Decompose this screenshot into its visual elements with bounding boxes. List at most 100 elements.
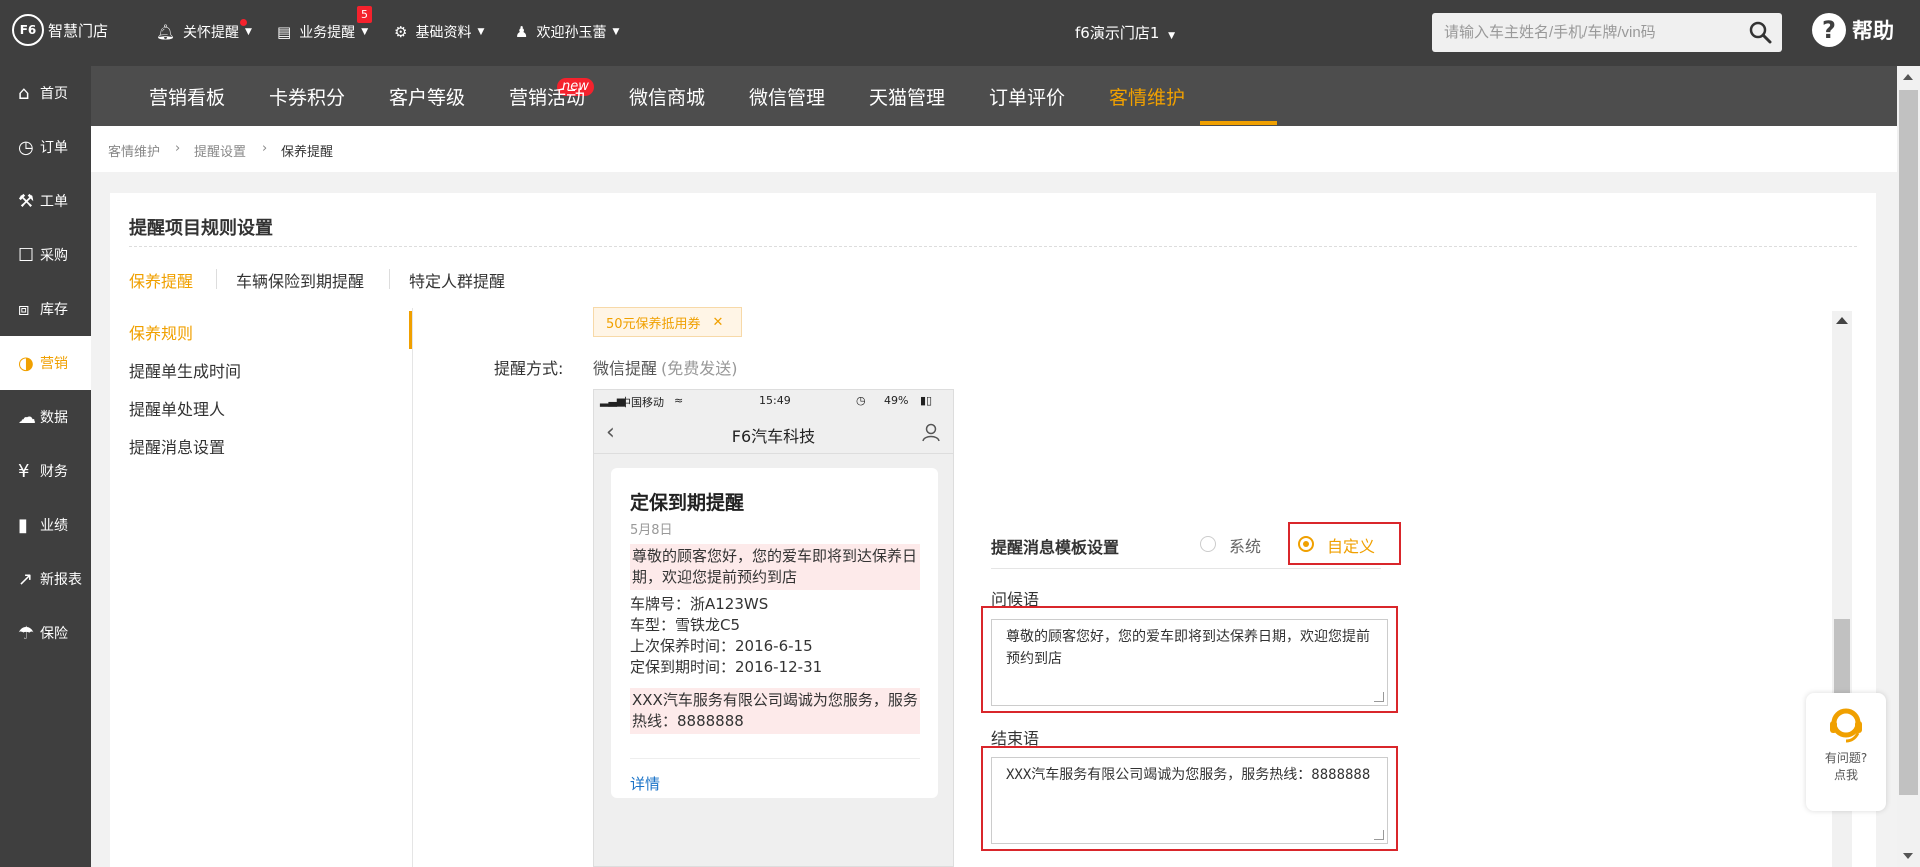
divider: [389, 269, 390, 289]
menu-generate-time[interactable]: 提醒单生成时间: [129, 358, 241, 382]
tab-coupon-points[interactable]: 卡券积分: [269, 83, 345, 110]
chevron-down-icon: ▼: [477, 27, 485, 37]
help-label: 帮助: [1852, 19, 1894, 43]
breadcrumb-current: 保养提醒: [281, 145, 334, 160]
tab-order-review[interactable]: 订单评价: [989, 83, 1065, 110]
menu-maintenance-rules[interactable]: 保养规则: [129, 320, 193, 344]
divider: [129, 246, 1857, 247]
store-selector[interactable]: f6演示门店1 ▼: [1075, 22, 1175, 43]
resize-handle-icon[interactable]: [1374, 830, 1384, 840]
sidebar-item-marketing[interactable]: ◑ 营销: [0, 336, 91, 390]
breadcrumb: 客情维护 › 提醒设置 › 保养提醒: [91, 126, 1897, 172]
sidebar-item-label: 数据: [40, 410, 68, 426]
radio-system[interactable]: [1200, 536, 1216, 552]
sidebar-item-label: 新报表: [40, 572, 82, 588]
coupon-tag: 50元保养抵用券 ✕: [593, 307, 742, 337]
sidebar-item-insurance[interactable]: ☂ 保险: [0, 606, 91, 660]
detail-link[interactable]: 详情: [630, 773, 660, 794]
card-model: 车型：雪铁龙C5: [630, 616, 741, 634]
sidebar-item-purchase[interactable]: ☐ 采购: [0, 228, 91, 282]
sidebar-item-data[interactable]: ☁ 数据: [0, 390, 91, 444]
scrollbar-thumb[interactable]: [1899, 90, 1918, 795]
sidebar-item-label: 业绩: [40, 518, 68, 534]
line-chart-icon: ↗: [18, 568, 34, 590]
tab-wechat-mall[interactable]: 微信商城: [629, 83, 705, 110]
divider: [216, 269, 217, 289]
active-tab-indicator: [1200, 121, 1277, 125]
question-icon: ?: [1812, 13, 1846, 47]
cart-icon: ☐: [18, 244, 35, 266]
menu-message-settings[interactable]: 提醒消息设置: [129, 434, 225, 458]
scroll-up-icon[interactable]: [1836, 317, 1848, 324]
sidebar-item-inventory[interactable]: ⧈ 库存: [0, 282, 91, 336]
tab-tmall-management[interactable]: 天猫管理: [869, 83, 945, 110]
search-icon[interactable]: [1748, 20, 1772, 48]
close-icon[interactable]: ✕: [713, 315, 724, 330]
battery-level: 49%: [884, 394, 909, 407]
method-note: (免费发送): [661, 359, 738, 378]
nav-basic-data[interactable]: ⚙ 基础资料 ▼: [394, 22, 484, 42]
logo[interactable]: F6 智慧门店: [12, 14, 108, 46]
clock-icon: ◷: [18, 136, 34, 158]
greeting-textarea[interactable]: 尊敬的顾客您好，您的爱车即将到达保养日期，欢迎您提前预约到店: [991, 619, 1388, 706]
breadcrumb-item[interactable]: 客情维护: [108, 141, 160, 160]
nav-care-reminder[interactable]: 🔔︎ 关怀提醒 ▼: [156, 22, 252, 42]
sidebar-item-home[interactable]: ⌂ 首页: [0, 66, 91, 120]
document-icon: ▤: [277, 23, 292, 41]
scroll-up-icon[interactable]: [1903, 74, 1913, 80]
wrench-icon: ⚒: [18, 190, 35, 212]
sidebar-item-finance[interactable]: ¥ 财务: [0, 444, 91, 498]
nav-business-reminder[interactable]: ▤ 业务提醒 ▼: [277, 22, 368, 42]
box-icon: ⧈: [18, 298, 30, 320]
sidebar-item-label: 保险: [40, 626, 68, 642]
notification-dot: [240, 19, 247, 26]
help-chat-widget[interactable]: 有问题? 点我: [1806, 693, 1886, 811]
page-title: 提醒项目规则设置: [129, 218, 273, 239]
card-date: 5月8日: [630, 523, 673, 538]
help-button[interactable]: ? 帮助: [1812, 13, 1894, 47]
tab-wechat-management[interactable]: 微信管理: [749, 83, 825, 110]
chevron-right-icon: ›: [262, 141, 268, 156]
tab-marketing-board[interactable]: 营销看板: [149, 83, 225, 110]
sidebar-item-new-report[interactable]: ↗ 新报表: [0, 552, 91, 606]
tab-customer-care[interactable]: 客情维护: [1109, 83, 1185, 110]
sidebar-item-orders[interactable]: ◷ 订单: [0, 120, 91, 174]
chat-line-2: 点我: [1833, 768, 1858, 782]
tab-insurance-reminder[interactable]: 车辆保险到期提醒: [236, 268, 364, 292]
chevron-right-icon: ›: [175, 141, 181, 156]
menu-handler[interactable]: 提醒单处理人: [129, 396, 225, 420]
user-icon: ♟: [515, 23, 529, 41]
chevron-down-icon: ▼: [245, 27, 252, 37]
tab-special-group-reminder[interactable]: 特定人群提醒: [409, 268, 505, 292]
sidebar-item-workorders[interactable]: ⚒ 工单: [0, 174, 91, 228]
sub-nav: 营销看板 卡券积分 客户等级 new 营销活动 微信商城 微信管理 天猫管理 订…: [91, 66, 1897, 126]
card-title: 定保到期提醒: [630, 492, 745, 514]
sidebar-item-label: 财务: [40, 464, 68, 480]
chevron-down-icon: ▼: [612, 27, 620, 37]
nav-label: 基础资料: [415, 25, 472, 41]
store-name: f6演示门店1: [1075, 24, 1160, 42]
scroll-down-icon[interactable]: [1903, 853, 1913, 859]
count-badge: 5: [357, 6, 372, 23]
tab-customer-level[interactable]: 客户等级: [389, 83, 465, 110]
headset-icon: [1806, 703, 1886, 750]
phone-status-bar: ▂▃▅ 中国移动 ≈ 15:49 ◷ 49% ▮▯: [594, 390, 953, 412]
method-value: 微信提醒 (免费发送): [593, 355, 738, 379]
tab-marketing-activity[interactable]: 营销活动: [509, 83, 585, 110]
pie-chart-icon: ◑: [18, 352, 34, 374]
search-input[interactable]: [1432, 13, 1732, 52]
logo-mark: F6: [12, 14, 44, 46]
radio-system-label[interactable]: 系统: [1229, 533, 1261, 557]
method-label: 提醒方式:: [494, 359, 564, 378]
coupon-label: 50元保养抵用券: [606, 316, 701, 332]
sidebar-item-performance[interactable]: ▮ 业绩: [0, 498, 91, 552]
nav-label: 关怀提醒: [183, 25, 240, 41]
sidebar-item-label: 库存: [40, 302, 68, 318]
breadcrumb-item[interactable]: 提醒设置: [194, 141, 246, 160]
nav-user-menu[interactable]: ♟ 欢迎孙玉蕾 ▼: [515, 22, 619, 42]
resize-handle-icon[interactable]: [1374, 692, 1384, 702]
tab-maintenance-reminder[interactable]: 保养提醒: [129, 268, 193, 292]
closing-textarea[interactable]: XXX汽车服务有限公司竭诚为您服务，服务热线：8888888: [991, 757, 1388, 844]
battery-icon: ▮▯: [920, 394, 933, 407]
page-scrollbar[interactable]: [1897, 66, 1920, 867]
